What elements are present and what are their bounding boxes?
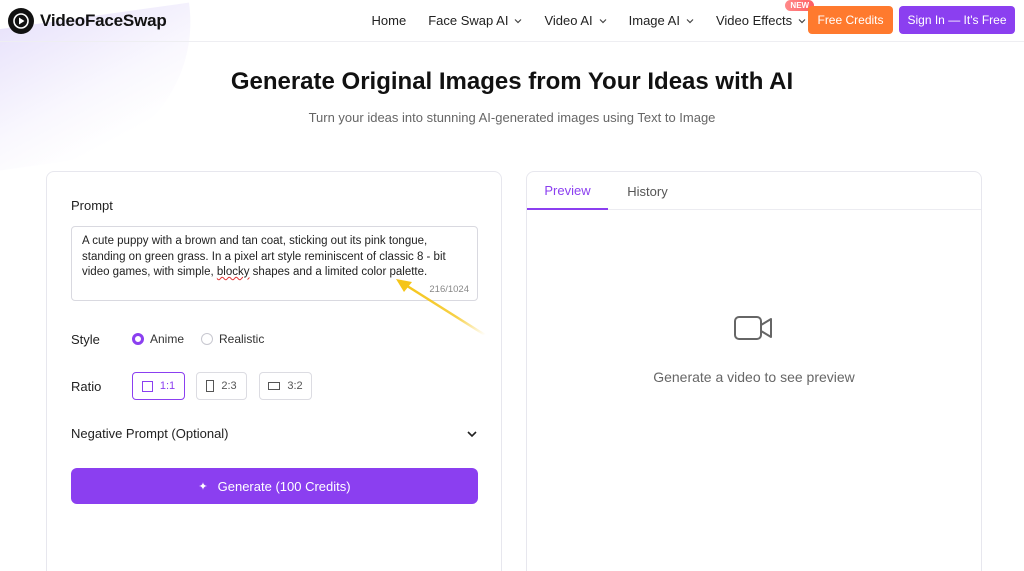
preview-empty-text: Generate a video to see preview [653,369,855,385]
top-navbar: VideoFaceSwap Home Face Swap AI Video AI… [0,0,1024,42]
chevron-down-icon [599,18,607,23]
ratio-label: Ratio [71,379,102,394]
prompt-textarea[interactable]: A cute puppy with a brown and tan coat, … [71,226,478,301]
logo-icon [8,7,34,34]
nav-home-label: Home [371,13,407,28]
chevron-down-icon [467,430,477,437]
style-option-anime-label: Anime [150,332,185,346]
tab-preview[interactable]: Preview [527,172,608,210]
sparkle-icon: ✦ [198,480,208,493]
sign-in-button[interactable]: Sign In — It's Free [899,6,1015,34]
ratio-option-1-1[interactable]: 1:1 [132,372,185,400]
tab-history[interactable]: History [616,172,679,210]
radio-selected-icon [132,333,144,345]
generate-button-label: Generate (100 Credits) [217,478,351,494]
free-credits-button[interactable]: Free Credits [808,6,893,34]
nav-video-ai-label: Video AI [544,13,593,28]
nav-face-swap-ai-label: Face Swap AI [428,13,509,28]
prompt-text-part2: shapes and a limited color palette. [249,266,428,278]
negative-prompt-toggle[interactable]: Negative Prompt (Optional) [71,426,478,441]
style-option-realistic[interactable]: Realistic [201,332,264,346]
chevron-down-icon [798,18,806,23]
nav-video-ai[interactable]: Video AI [544,13,607,28]
ratio-option-2-3[interactable]: 2:3 [196,372,247,400]
char-count: 216/1024 [429,283,469,295]
ratio-option-3-2[interactable]: 3:2 [259,372,312,400]
prompt-text-misspelled: blocky [216,266,250,278]
ratio-option-2-3-label: 2:3 [221,380,237,392]
generator-form-panel: Prompt A cute puppy with a brown and tan… [46,171,502,571]
logo-text: VideoFaceSwap [40,10,167,30]
style-label: Style [71,332,100,347]
generate-button[interactable]: ✦ Generate (100 Credits) [71,468,478,504]
chevron-down-icon [686,18,694,23]
ratio-option-3-2-label: 3:2 [287,380,303,392]
nav-home[interactable]: Home [372,13,407,28]
negative-prompt-label: Negative Prompt (Optional) [71,426,229,441]
ratio-option-1-1-label: 1:1 [159,380,176,392]
style-option-realistic-label: Realistic [219,332,265,346]
nav-image-ai[interactable]: Image AI [629,13,694,28]
page-title: Generate Original Images from Your Ideas… [230,68,794,95]
portrait-ratio-icon [206,380,215,392]
landscape-ratio-icon [268,382,281,390]
video-camera-icon [734,316,772,340]
page-subtitle: Turn your ideas into stunning AI-generat… [308,110,716,125]
nav-face-swap-ai[interactable]: Face Swap AI [428,13,522,28]
nav-video-effects[interactable]: Video Effects NEW [715,0,815,28]
preview-panel: Preview History Generate a video to see … [526,171,982,571]
style-option-anime[interactable]: Anime [132,332,184,346]
logo[interactable]: VideoFaceSwap [8,7,167,34]
nav-image-ai-label: Image AI [628,13,680,28]
main-nav: Home Face Swap AI Video AI Image AI Vide… [372,0,829,28]
square-ratio-icon [141,380,153,392]
preview-tabs: Preview History [527,172,981,210]
nav-video-effects-label: Video Effects [715,13,793,28]
chevron-down-icon [515,18,522,23]
prompt-label: Prompt [71,198,113,213]
radio-unselected-icon [201,333,213,345]
